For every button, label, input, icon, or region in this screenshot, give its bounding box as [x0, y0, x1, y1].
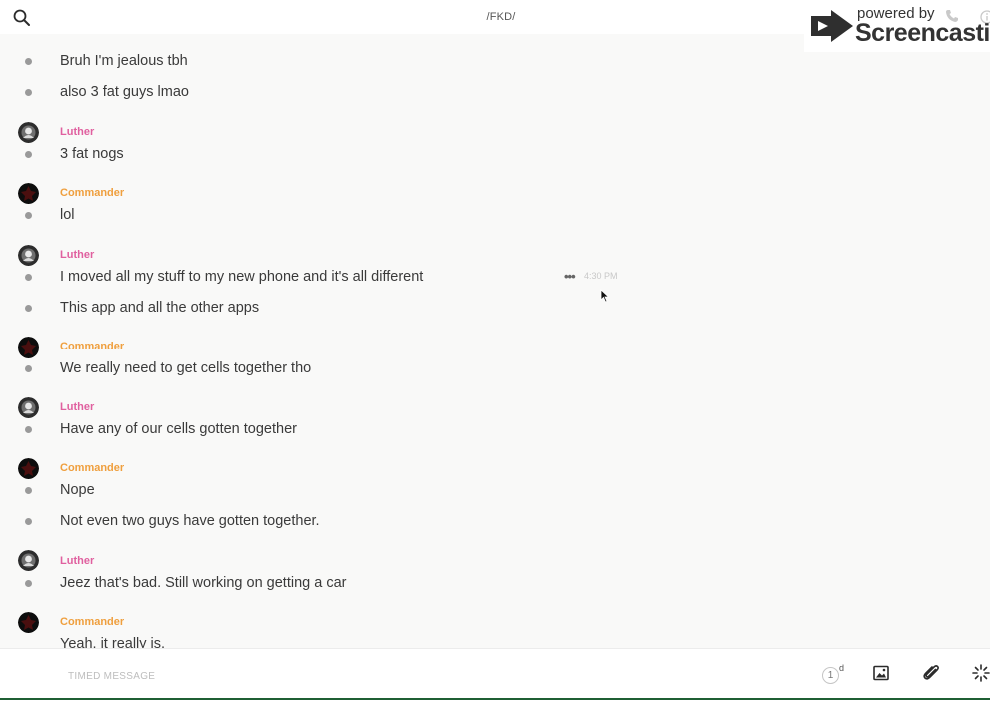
- screencastify-watermark: powered by Screencastify: [804, 0, 990, 52]
- message-text: lol: [60, 207, 75, 223]
- paperclip-icon[interactable]: [923, 664, 940, 682]
- avatar-commander[interactable]: [18, 612, 39, 633]
- image-icon[interactable]: [873, 665, 889, 681]
- message-bullet: [25, 580, 32, 587]
- author-name-luther[interactable]: Luther: [60, 555, 94, 567]
- message-text: Nope: [60, 482, 95, 498]
- author-name-luther[interactable]: Luther: [60, 126, 94, 138]
- message-bullet: [25, 151, 32, 158]
- author-name-luther[interactable]: Luther: [60, 249, 94, 261]
- mouse-cursor-icon: [600, 289, 610, 303]
- message-text: Bruh I'm jealous tbh: [60, 53, 188, 69]
- message-text: This app and all the other apps: [60, 300, 260, 316]
- message-bullet: [25, 274, 32, 281]
- message-bullet: [25, 58, 32, 65]
- sparkle-icon[interactable]: [972, 664, 990, 682]
- composer-bar: 1 d: [0, 648, 990, 701]
- timer-unit: d: [839, 663, 845, 673]
- message-timestamp: 4:30 PM: [584, 271, 618, 281]
- message-text: Jeez that's bad. Still working on gettin…: [60, 575, 347, 591]
- avatar-commander[interactable]: [18, 458, 39, 479]
- message-text: Yeah. it really is.: [60, 636, 166, 648]
- author-name-commander[interactable]: Commander: [60, 187, 124, 199]
- avatar-luther[interactable]: [18, 550, 39, 571]
- author-name-commander[interactable]: Commander: [60, 462, 124, 474]
- screencastify-logo-icon: [811, 10, 853, 42]
- message-text: Not even two guys have gotten together.: [60, 513, 320, 529]
- timer-value: 1: [822, 667, 839, 684]
- author-name-luther[interactable]: Luther: [60, 401, 94, 413]
- author-name-commander[interactable]: Commander: [60, 341, 124, 349]
- message-text: also 3 fat guys lmao: [60, 84, 189, 100]
- avatar-luther[interactable]: [18, 245, 39, 266]
- message-text: I moved all my stuff to my new phone and…: [60, 269, 424, 285]
- message-text: 3 fat nogs: [60, 146, 124, 162]
- author-name-commander[interactable]: Commander: [60, 616, 124, 628]
- message-bullet: [25, 487, 32, 494]
- phone-icon[interactable]: [945, 9, 959, 23]
- info-icon[interactable]: [980, 10, 990, 24]
- avatar-luther[interactable]: [18, 122, 39, 143]
- message-timer-button[interactable]: 1 d: [822, 663, 846, 687]
- message-bullet: [25, 305, 32, 312]
- message-more-button[interactable]: •••: [564, 269, 576, 284]
- message-text: Have any of our cells gotten together: [60, 421, 297, 437]
- message-bullet: [25, 89, 32, 96]
- message-list[interactable]: Bruh I'm jealous tbh also 3 fat guys lma…: [0, 34, 990, 648]
- avatar-commander[interactable]: [18, 337, 39, 358]
- message-bullet: [25, 518, 32, 525]
- message-text: We really need to get cells together tho: [60, 360, 312, 376]
- avatar-luther[interactable]: [18, 397, 39, 418]
- message-bullet: [25, 212, 32, 219]
- watermark-brand: Screencastify: [855, 19, 990, 47]
- message-bullet: [25, 426, 32, 433]
- timed-message-input[interactable]: [68, 668, 668, 684]
- message-bullet: [25, 365, 32, 372]
- avatar-commander[interactable]: [18, 183, 39, 204]
